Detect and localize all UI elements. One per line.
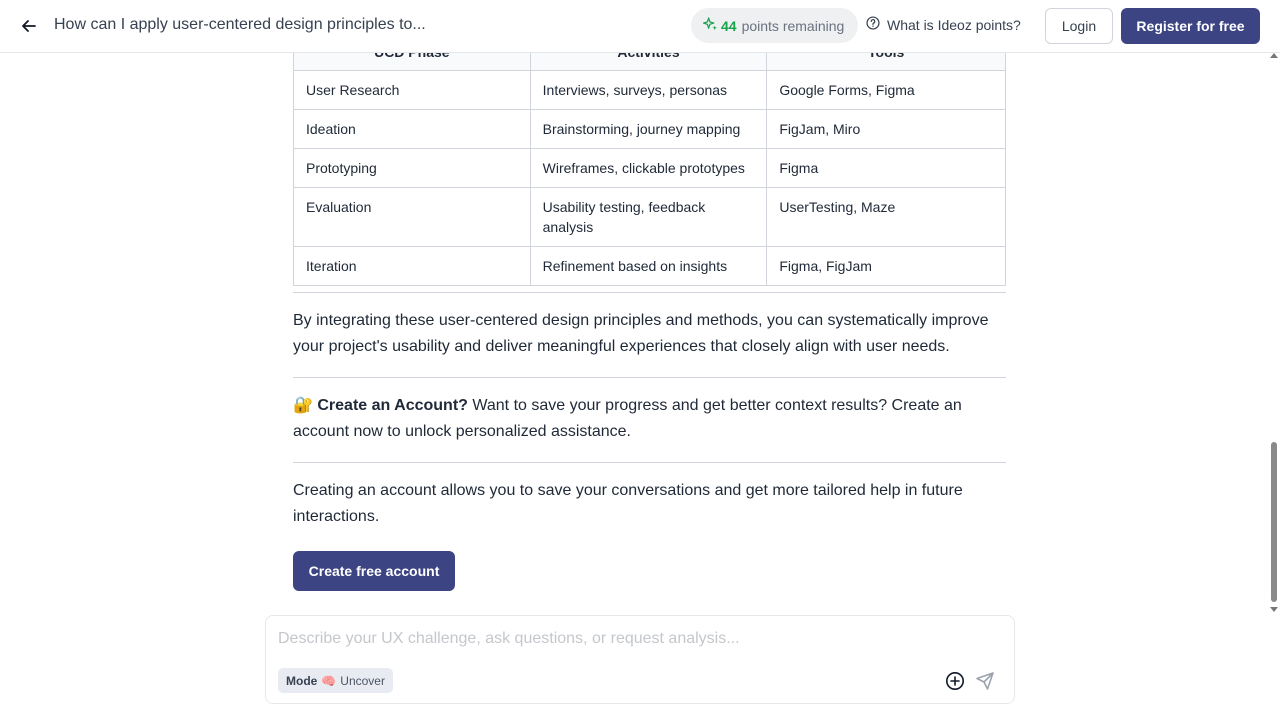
table-cell: Interviews, surveys, personas (529, 70, 768, 110)
mode-value: Uncover (340, 673, 385, 688)
scroll-up-arrow-icon[interactable] (1270, 53, 1278, 58)
send-icon[interactable] (975, 671, 995, 691)
what-is-points-link[interactable]: What is Ideoz points? (866, 16, 1021, 33)
divider (293, 377, 1006, 378)
message-input[interactable] (278, 630, 998, 648)
brain-icon: 🧠 (321, 673, 337, 688)
scroll-thumb[interactable] (1271, 442, 1277, 602)
account-prompt-heading: Create an Account? (317, 397, 468, 414)
mode-selector[interactable]: Mode 🧠 Uncover (278, 668, 393, 693)
table-row: Ideation Brainstorming, journey mapping … (293, 109, 1006, 149)
table-row: User Research Interviews, surveys, perso… (293, 70, 1006, 110)
ucd-phases-table: UCD Phase Activities Tools User Research… (293, 32, 1006, 286)
table-row: Evaluation Usability testing, feedback a… (293, 187, 1006, 247)
message-composer: Mode 🧠 Uncover (265, 615, 1015, 704)
table-cell: Ideation (293, 109, 531, 149)
summary-paragraph: By integrating these user-centered desig… (293, 312, 989, 355)
what-is-points-label: What is Ideoz points? (887, 16, 1021, 33)
points-label: points remaining (741, 17, 845, 34)
page-scrollbar[interactable] (1268, 53, 1280, 617)
mode-label: Mode (286, 673, 318, 688)
page-title: How can I apply user-centered design pri… (54, 16, 426, 33)
table-cell: Google Forms, Figma (766, 70, 1006, 110)
sparkle-icon (702, 16, 718, 35)
back-arrow-icon[interactable] (18, 15, 40, 37)
divider (293, 292, 1006, 293)
scroll-down-arrow-icon[interactable] (1270, 607, 1278, 612)
register-button[interactable]: Register for free (1121, 8, 1260, 44)
divider (293, 462, 1006, 463)
help-circle-icon (866, 16, 887, 33)
table-cell: UserTesting, Maze (766, 187, 1006, 247)
table-cell: Figma (766, 148, 1006, 188)
account-info-paragraph: Creating an account allows you to save y… (293, 482, 963, 525)
points-count: 44 (721, 17, 737, 34)
table-cell: Wireframes, clickable prototypes (529, 148, 768, 188)
table-cell: Iteration (293, 246, 531, 286)
table-cell: Evaluation (293, 187, 531, 247)
table-cell: Refinement based on insights (529, 246, 768, 286)
table-row: Iteration Refinement based on insights F… (293, 246, 1006, 286)
login-button[interactable]: Login (1045, 8, 1113, 44)
points-badge: 44 points remaining (691, 8, 858, 43)
table-row: Prototyping Wireframes, clickable protot… (293, 148, 1006, 188)
table-cell: User Research (293, 70, 531, 110)
add-circle-icon[interactable] (945, 671, 965, 691)
table-cell: FigJam, Miro (766, 109, 1006, 149)
table-cell: Usability testing, feedback analysis (529, 187, 768, 247)
create-free-account-button[interactable]: Create free account (293, 551, 455, 591)
account-prompt: 🔐 Create an Account? Want to save your p… (293, 393, 1006, 445)
top-bar: How can I apply user-centered design pri… (0, 0, 1280, 53)
lock-icon: 🔐 (293, 397, 313, 414)
table-cell: Prototyping (293, 148, 531, 188)
table-cell: Figma, FigJam (766, 246, 1006, 286)
table-cell: Brainstorming, journey mapping (529, 109, 768, 149)
